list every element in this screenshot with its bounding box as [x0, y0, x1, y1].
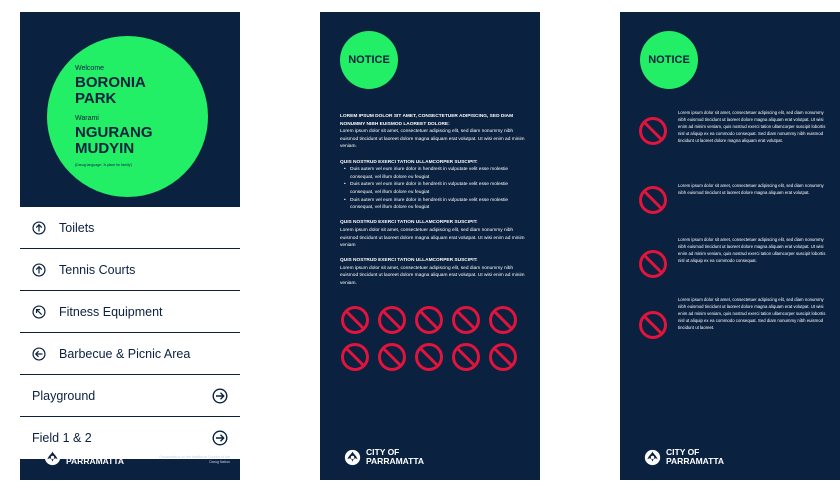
section-heading: QUIS NOSTRUD EXERCI TATION ULLAMCORPER S… — [340, 220, 478, 226]
no-entry-icon — [638, 116, 668, 146]
direction-row-fitness-equipment: Fitness Equipment — [20, 291, 240, 333]
city-logo: CITY OF PARRAMATTA — [44, 448, 124, 466]
no-entry-icon — [638, 249, 668, 279]
no-entry-icon — [638, 185, 668, 215]
arrow-up-circle-icon — [32, 221, 46, 235]
logo-line-2: PARRAMATTA — [366, 456, 425, 466]
logo-line-2: PARRAMATTA — [666, 456, 725, 466]
arrow-left-circle-icon — [32, 347, 46, 361]
list-item: Duis autem vel eum iriure dolor in hendr… — [344, 181, 525, 196]
arrow-right-circle-icon — [212, 388, 228, 404]
direction-label: Tennis Courts — [59, 262, 136, 277]
city-emblem-icon — [344, 449, 361, 466]
intro-text: Lorem ipsum dolor sit amet, consectetuer… — [340, 129, 525, 150]
welcome-circle — [47, 36, 208, 197]
list-item: Duis autem vel eum iriure dolor in hendr… — [344, 166, 525, 181]
park-name: BORONIA PARK — [75, 74, 146, 107]
no-entry-icon — [638, 310, 668, 340]
section-text: Lorem ipsum dolor sit amet, consectetuer… — [340, 227, 525, 249]
section-heading: QUIS NOSTRUD EXERCI TATION ULLAMCORPER S… — [340, 159, 478, 165]
direction-label: Toilets — [59, 220, 95, 235]
welcome-label: Welcome — [75, 65, 105, 72]
notice-panel-text: NOTICE LOREM IPSUM DOLOR SIT AMET, CONSE… — [320, 12, 540, 480]
direction-row-toilets: Toilets — [20, 207, 240, 249]
no-entry-icon — [340, 305, 370, 335]
notice-body: LOREM IPSUM DOLOR SIT AMET, CONSECTETUER… — [340, 113, 525, 288]
direction-list: Toilets Tennis Courts Fitness Equipment … — [20, 207, 240, 459]
notice-badge: NOTICE — [640, 31, 698, 89]
no-entry-icon — [377, 342, 407, 372]
section-heading: QUIS NOSTRUD EXERCI TATION ULLAMCORPER S… — [340, 258, 478, 264]
no-entry-icon — [377, 305, 407, 335]
notice-item-text: Lorem ipsum dolor sit amet, consectetuer… — [678, 110, 826, 144]
wayfinding-sign-panel: Welcome BORONIA PARK Warami NGURANG MUDY… — [20, 12, 240, 480]
arrow-up-left-circle-icon — [32, 305, 46, 319]
language-note: (Darug language: 'A place for family') — [75, 163, 133, 167]
no-entry-icon — [451, 305, 481, 335]
no-entry-icon — [414, 342, 444, 372]
no-entry-icon — [488, 342, 518, 372]
notice-panel-icons: NOTICE Lorem ipsum dolor sit amet, conse… — [620, 12, 840, 480]
no-entry-icon — [414, 305, 444, 335]
indigenous-name: NGURANG MUDYIN — [75, 124, 153, 157]
warami-label: Warami — [75, 115, 99, 122]
arrow-right-circle-icon — [212, 430, 228, 446]
country-acknowledgement: Parramatta is on the traditional Country… — [159, 455, 230, 464]
notice-item-text: Lorem ipsum dolor sit amet, consectetuer… — [678, 183, 824, 196]
logo-line-2: PARRAMATTA — [66, 456, 125, 466]
city-emblem-icon — [44, 449, 61, 466]
direction-label: Field 1 & 2 — [32, 431, 92, 445]
notice-badge: NOTICE — [340, 31, 398, 89]
bullet-list: Duis autem vel eum iriure dolor in hendr… — [340, 166, 525, 212]
arrow-up-circle-icon — [32, 263, 46, 277]
direction-row-barbecue-picnic: Barbecue & Picnic Area — [20, 333, 240, 375]
intro-heading: LOREM IPSUM DOLOR SIT AMET, CONSECTETUER… — [340, 114, 514, 127]
direction-label: Barbecue & Picnic Area — [59, 346, 191, 361]
direction-label: Playground — [32, 388, 96, 403]
section-text: Lorem ipsum dolor sit amet, consectetuer… — [340, 265, 525, 287]
direction-label: Fitness Equipment — [59, 304, 163, 319]
no-entry-icon — [340, 342, 370, 372]
city-emblem-icon — [644, 449, 661, 466]
no-entry-icon — [451, 342, 481, 372]
city-logo: CITY OF PARRAMATTA — [644, 448, 724, 466]
no-entry-icon — [488, 305, 518, 335]
city-logo: CITY OF PARRAMATTA — [344, 448, 424, 466]
direction-row-tennis-courts: Tennis Courts — [20, 249, 240, 291]
notice-item-text: Lorem ipsum dolor sit amet, consectetuer… — [678, 237, 826, 264]
direction-row-playground: Playground — [20, 375, 240, 417]
list-item: Duis autem vel eum iriure dolor in hendr… — [344, 197, 525, 212]
notice-item-text: Lorem ipsum dolor sit amet, consectetuer… — [678, 297, 826, 331]
